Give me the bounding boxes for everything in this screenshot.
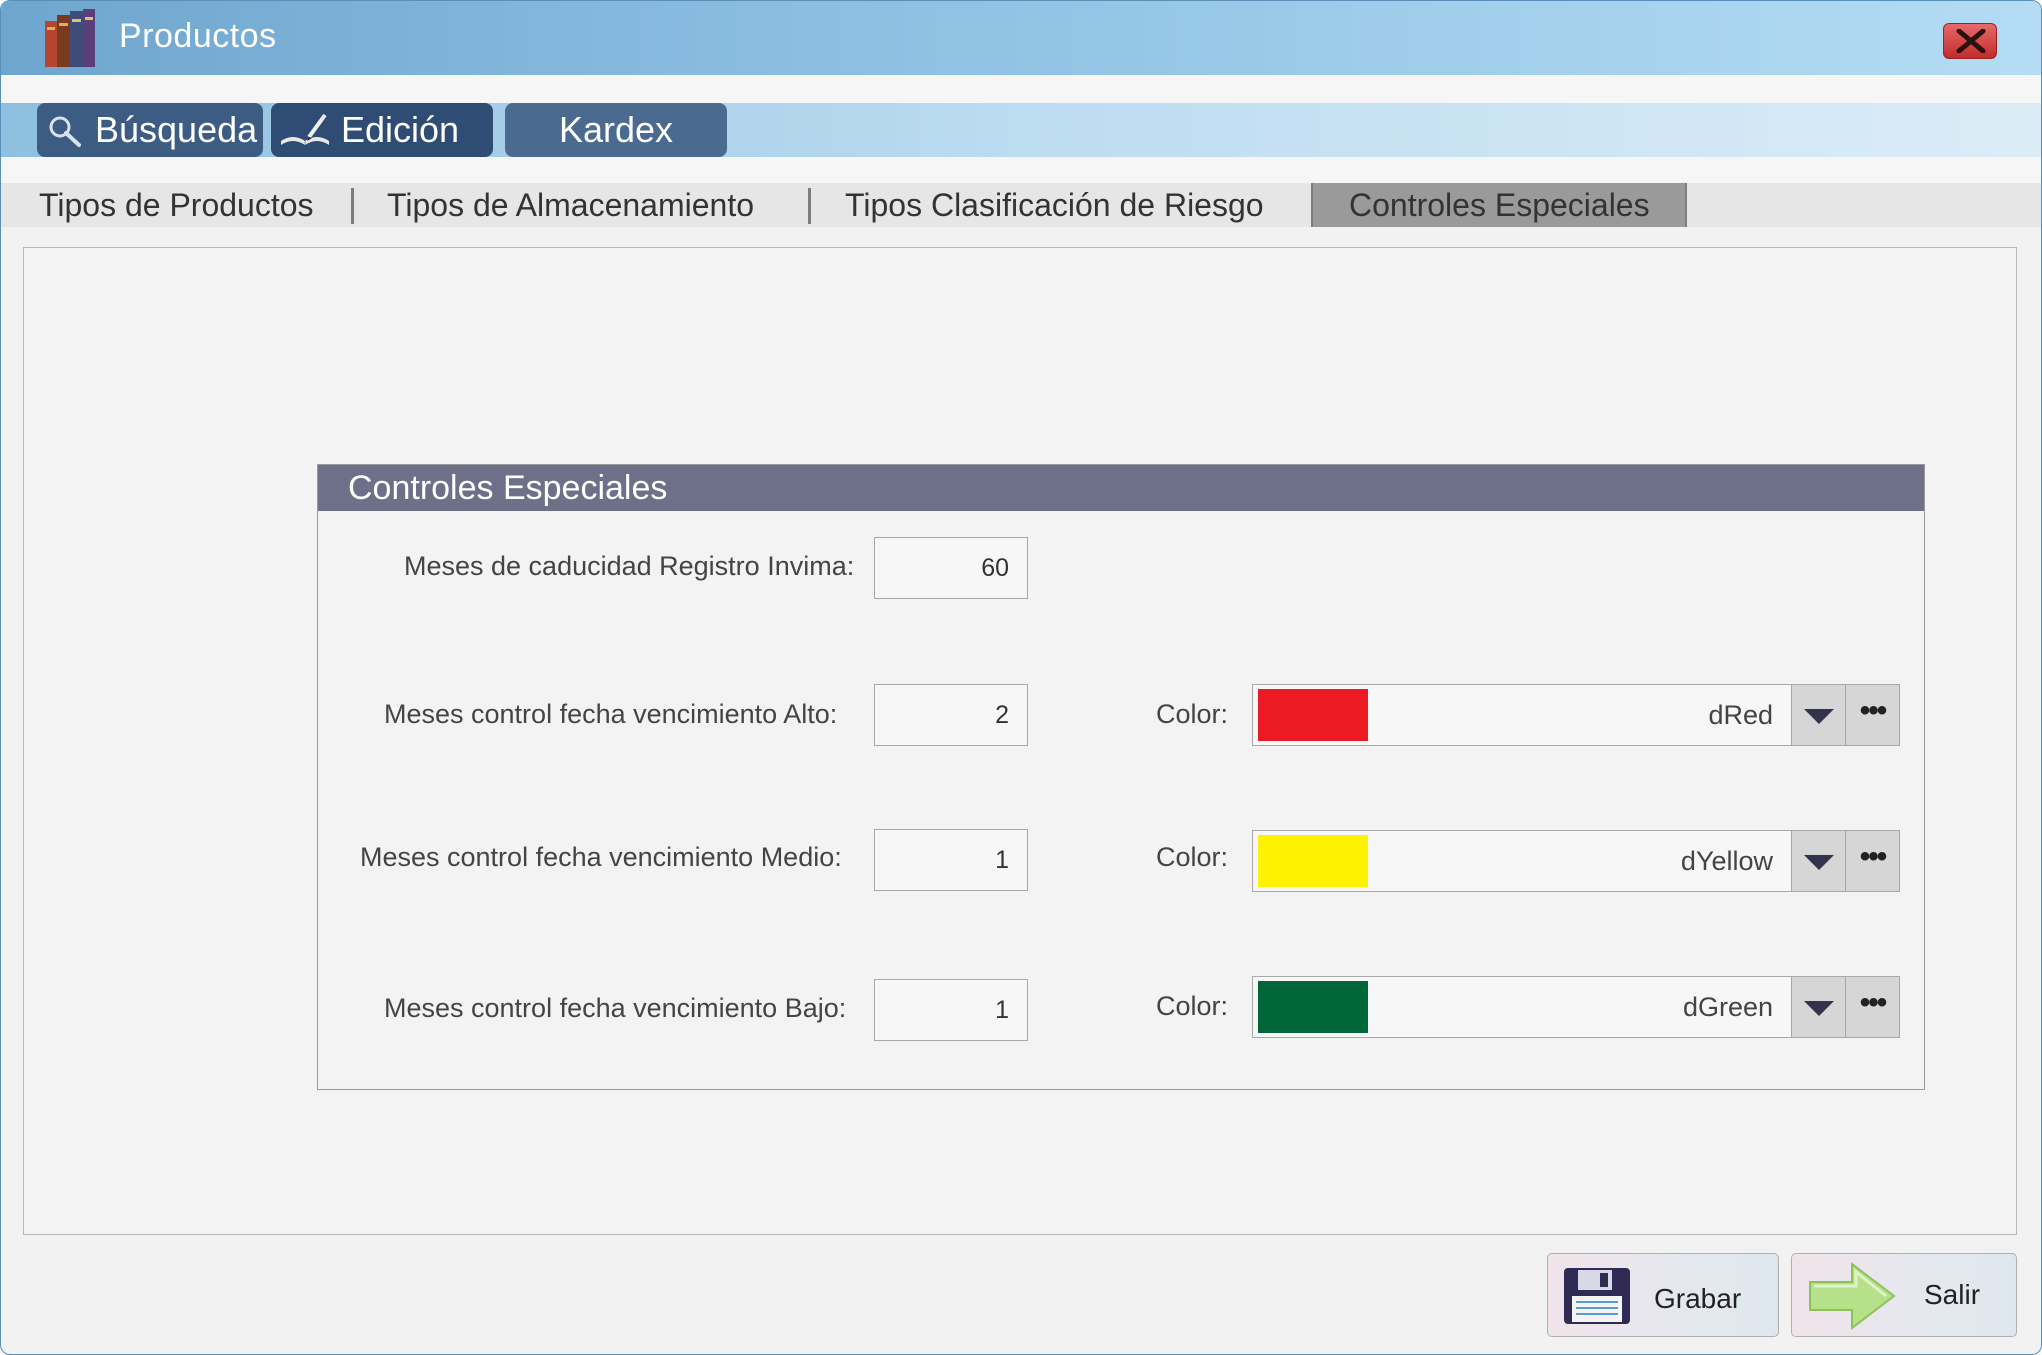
ellipsis-icon: •••: [1859, 986, 1887, 1019]
controles-especiales-group: Controles Especiales Meses de caducidad …: [317, 464, 1925, 1090]
medio-months-label: Meses control fecha vencimiento Medio:: [360, 842, 842, 872]
alto-color-label: Color:: [1156, 699, 1229, 729]
sub-tab-bar: Tipos de Productos Tipos de Almacenamien…: [1, 183, 2041, 227]
alto-color-more-button[interactable]: •••: [1845, 685, 1899, 745]
medio-color-name: dYellow: [1680, 846, 1773, 876]
tab-kardex-label: Kardex: [558, 109, 674, 150]
book-pen-icon: [281, 113, 329, 145]
tab-tipos-clasificacion-de-riesgo[interactable]: Tipos Clasificación de Riesgo: [845, 183, 1264, 227]
tab-separator: [351, 188, 354, 224]
medio-months-input[interactable]: 1: [874, 829, 1028, 891]
spacer: [1, 75, 2041, 103]
spacer: [1, 157, 2041, 183]
window-title: Productos: [119, 17, 277, 55]
chevron-down-icon: [1804, 855, 1834, 870]
medio-color-more-button[interactable]: •••: [1845, 831, 1899, 891]
bajo-color-more-button[interactable]: •••: [1845, 977, 1899, 1037]
bajo-color-label: Color:: [1156, 991, 1229, 1021]
bajo-color-picker[interactable]: dGreen •••: [1252, 976, 1900, 1038]
books-icon: [45, 9, 95, 67]
invima-months-input[interactable]: 60: [874, 537, 1028, 599]
alto-color-dropdown-button[interactable]: [1791, 685, 1845, 745]
tab-tipos-de-productos[interactable]: Tipos de Productos: [39, 183, 314, 227]
ellipsis-icon: •••: [1859, 694, 1887, 727]
tab-tipos-de-almacenamiento[interactable]: Tipos de Almacenamiento: [387, 183, 754, 227]
ellipsis-icon: •••: [1859, 840, 1887, 873]
exit-button-label: Salir: [1924, 1279, 1981, 1310]
bajo-color-swatch: [1258, 981, 1368, 1033]
close-icon: [1956, 29, 1986, 53]
title-bar: Productos: [1, 1, 2041, 75]
tab-busqueda[interactable]: Búsqueda: [37, 103, 263, 157]
save-button[interactable]: Grabar: [1547, 1253, 1779, 1337]
group-title: Controles Especiales: [348, 469, 668, 507]
tab-kardex[interactable]: Kardex: [505, 103, 727, 157]
save-button-label: Grabar: [1654, 1283, 1742, 1314]
module-tab-bar: Búsqueda Edición Kardex: [1, 103, 2041, 157]
bajo-color-dropdown-button[interactable]: [1791, 977, 1845, 1037]
group-header: Controles Especiales: [318, 465, 1924, 511]
tab-separator: [808, 188, 811, 224]
medio-color-dropdown-button[interactable]: [1791, 831, 1845, 891]
alto-months-input[interactable]: 2: [874, 684, 1028, 746]
tab-busqueda-label: Búsqueda: [95, 109, 258, 150]
chevron-down-icon: [1804, 1001, 1834, 1016]
bajo-color-name: dGreen: [1682, 992, 1773, 1022]
alto-months-label: Meses control fecha vencimiento Alto:: [384, 699, 838, 729]
medio-color-picker[interactable]: dYellow •••: [1252, 830, 1900, 892]
alto-color-swatch: [1258, 689, 1368, 741]
alto-color-picker[interactable]: dRed •••: [1252, 684, 1900, 746]
close-button[interactable]: [1943, 23, 1997, 59]
alto-color-name: dRed: [1708, 700, 1773, 730]
floppy-disk-icon: [1564, 1268, 1630, 1324]
magnifier-icon: [49, 116, 81, 147]
invima-months-label: Meses de caducidad Registro Invima:: [404, 551, 855, 581]
arrow-right-icon: [1809, 1261, 1896, 1331]
medio-color-swatch: [1258, 835, 1368, 887]
medio-color-label: Color:: [1156, 842, 1229, 872]
chevron-down-icon: [1804, 709, 1834, 724]
bajo-months-label: Meses control fecha vencimiento Bajo:: [384, 993, 847, 1023]
exit-button[interactable]: Salir: [1791, 1253, 2017, 1337]
productos-window: Productos Búsqueda Edición Kardex Tipos …: [0, 0, 2042, 1355]
tab-edicion-label: Edición: [341, 109, 460, 150]
bajo-months-input[interactable]: 1: [874, 979, 1028, 1041]
tab-controles-especiales[interactable]: Controles Especiales: [1349, 183, 1650, 227]
tab-edicion[interactable]: Edición: [271, 103, 493, 157]
